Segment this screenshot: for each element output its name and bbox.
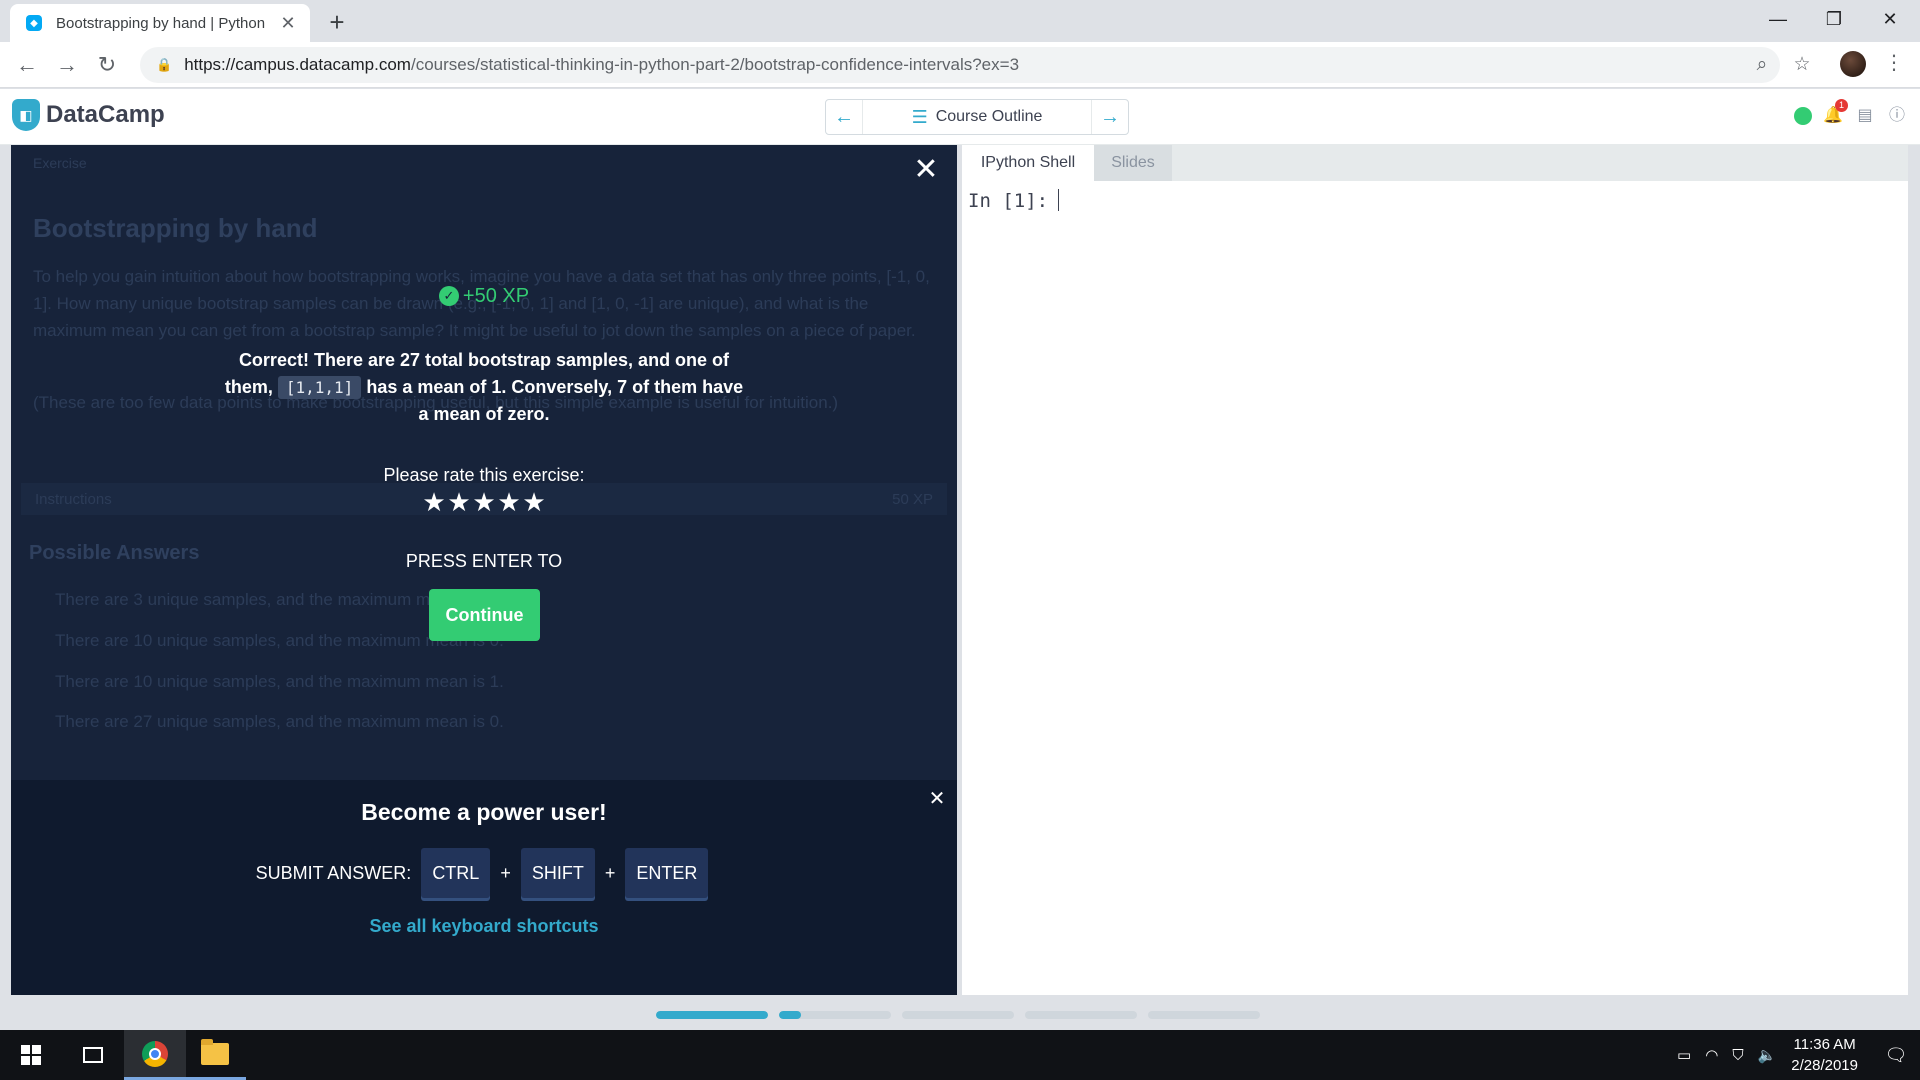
system-tray: ▭ ◠ ⛉ 🔈 11:36 AM 2/28/2019 🗨 [1670, 1030, 1920, 1080]
browser-menu-icon[interactable]: ⋮ [1884, 50, 1904, 75]
plus-sign: + [500, 862, 511, 883]
key-enter: ENTER [625, 848, 709, 898]
url-host: https://campus.datacamp.com [184, 55, 411, 74]
security-shield-icon[interactable]: ⛉ [1732, 1047, 1743, 1064]
folder-icon [201, 1038, 229, 1065]
datacamp-logo-icon: ◧ [12, 99, 40, 131]
key-shift: SHIFT [520, 848, 595, 898]
progress-segment [1025, 1011, 1137, 1019]
back-icon[interactable]: ← [12, 50, 42, 80]
restore-icon[interactable]: ❐ [1806, 0, 1862, 38]
ipython-prompt-line[interactable]: In [1]: [968, 189, 1060, 212]
console-tabs: IPython Shell Slides [962, 145, 1908, 181]
new-tab-button[interactable]: + [322, 8, 352, 36]
course-navigation: ← ☰ Course Outline → [825, 99, 1129, 135]
browser-toolbar: ← → ↻ 🔒 https://campus.datacamp.com/cour… [0, 42, 1920, 88]
course-outline-button[interactable]: ☰ Course Outline [862, 100, 1092, 134]
session-status-dot [1794, 107, 1812, 125]
tab-title: Bootstrapping by hand | Python [56, 14, 266, 32]
action-center-icon[interactable]: 🗨 [1872, 1030, 1920, 1080]
forward-icon[interactable]: → [52, 50, 82, 80]
datacamp-logo[interactable]: ◧ DataCamp [12, 99, 165, 131]
check-circle-icon: ✓ [438, 286, 459, 306]
slides-pdf-icon[interactable]: ▤ [1854, 105, 1876, 127]
brand-name: DataCamp [46, 101, 165, 128]
course-progress [656, 1011, 1260, 1019]
minimize-icon[interactable]: — [1750, 0, 1806, 38]
modal-close-icon[interactable]: ✕ [909, 153, 943, 187]
progress-segment [779, 1011, 891, 1019]
taskbar-chrome[interactable] [124, 1030, 186, 1080]
browser-tab[interactable]: ◆ Bootstrapping by hand | Python ✕ [10, 4, 310, 42]
url-path: /courses/statistical-thinking-in-python-… [410, 55, 1020, 74]
browser-tabstrip: ◆ Bootstrapping by hand | Python ✕ + — ❐… [0, 0, 1920, 42]
star-3-icon[interactable]: ★ [472, 487, 497, 518]
reload-icon[interactable]: ↻ [92, 50, 122, 80]
power-user-title: Become a power user! [361, 799, 607, 825]
task-view-button[interactable] [62, 1030, 124, 1080]
chrome-icon [142, 1040, 168, 1067]
feedback-code: [1,1,1] [277, 376, 362, 399]
star-5-icon[interactable]: ★ [522, 487, 547, 518]
progress-segment-fill [656, 1011, 768, 1019]
text-cursor [1058, 189, 1060, 211]
star-2-icon[interactable]: ★ [447, 487, 472, 518]
progress-segment [656, 1011, 768, 1019]
exercise-panel: Exercise Bootstrapping by hand To help y… [11, 145, 957, 995]
xp-earned: ✓ +50 XP [11, 285, 957, 308]
lock-icon: 🔒 [156, 57, 173, 72]
tab-slides[interactable]: Slides [1094, 145, 1172, 181]
bookmark-star-icon[interactable]: ☆ [1787, 50, 1817, 80]
course-outline-label: Course Outline [935, 108, 1043, 125]
windows-logo-icon [21, 1045, 41, 1065]
submit-answer-label: SUBMIT ANSWER: [255, 862, 412, 883]
see-all-shortcuts-link[interactable]: See all keyboard shortcuts [11, 916, 957, 937]
tab-ipython-shell[interactable]: IPython Shell [962, 145, 1094, 181]
plus-sign: + [604, 862, 616, 883]
wifi-icon[interactable]: ◠ [1705, 1046, 1718, 1064]
address-bar[interactable]: 🔒 https://campus.datacamp.com/courses/st… [140, 47, 1780, 83]
start-button[interactable] [0, 1030, 62, 1080]
header-icons: 🔔 1 ▤ ⓘ [1794, 99, 1908, 127]
battery-icon[interactable]: ▭ [1677, 1046, 1691, 1064]
ipython-prompt: In [1]: [968, 190, 1049, 212]
feedback-text-after: has a mean of 1. Conversely, 7 of them h… [366, 377, 744, 424]
taskbar-file-explorer[interactable] [184, 1030, 246, 1080]
press-enter-label: PRESS ENTER TO [405, 551, 563, 571]
windows-taskbar: ▭ ◠ ⛉ 🔈 11:36 AM 2/28/2019 🗨 [0, 1030, 1920, 1080]
profile-avatar[interactable] [1840, 51, 1866, 77]
progress-segment [902, 1011, 1014, 1019]
clock-date: 2/28/2019 [1791, 1057, 1858, 1074]
system-clock[interactable]: 11:36 AM 2/28/2019 [1791, 1034, 1858, 1076]
star-1-icon[interactable]: ★ [422, 487, 447, 518]
rate-exercise-label: Please rate this exercise: [383, 465, 585, 485]
star-rating: ★★★★★ [11, 487, 957, 518]
next-exercise-arrow-icon[interactable]: → [1092, 100, 1128, 134]
notification-badge: 1 [1835, 99, 1848, 112]
app-header: ◧ DataCamp ← ☰ Course Outline → 🔔 1 ▤ ⓘ [0, 89, 1920, 145]
progress-segment-fill [779, 1011, 802, 1019]
datacamp-favicon-icon: ◆ [26, 15, 42, 31]
feedback-message: Correct! There are 27 total bootstrap sa… [221, 347, 747, 428]
menu-bars-icon: ☰ [911, 106, 928, 127]
window-close-icon[interactable]: ✕ [1862, 0, 1918, 38]
zoom-icon[interactable]: ⌕ [1747, 50, 1777, 80]
submit-shortcut: SUBMIT ANSWER: CTRL + SHIFT + ENTER [11, 848, 957, 898]
tab-close-icon[interactable]: ✕ [278, 13, 298, 34]
task-view-icon [83, 1047, 103, 1063]
previous-exercise-arrow-icon[interactable]: ← [826, 100, 862, 134]
url-text: https://campus.datacamp.com/courses/stat… [184, 55, 1019, 75]
volume-icon[interactable]: 🔈 [1758, 1046, 1777, 1064]
clock-time: 11:36 AM [1793, 1036, 1856, 1053]
power-user-banner: ✕ Become a power user! SUBMIT ANSWER: CT… [11, 780, 957, 995]
notifications-bell-icon[interactable]: 🔔 1 [1822, 99, 1848, 127]
report-issue-icon[interactable]: ⓘ [1886, 105, 1908, 127]
continue-button[interactable]: Continue [429, 589, 540, 641]
xp-text: +50 XP [462, 285, 530, 307]
progress-segment [1148, 1011, 1260, 1019]
key-ctrl: CTRL [421, 848, 491, 898]
console-panel: IPython Shell Slides In [1]: [962, 145, 1908, 995]
correct-answer-modal: ✕ ✓ +50 XP Correct! There are 27 total bo… [11, 145, 957, 780]
star-4-icon[interactable]: ★ [497, 487, 522, 518]
